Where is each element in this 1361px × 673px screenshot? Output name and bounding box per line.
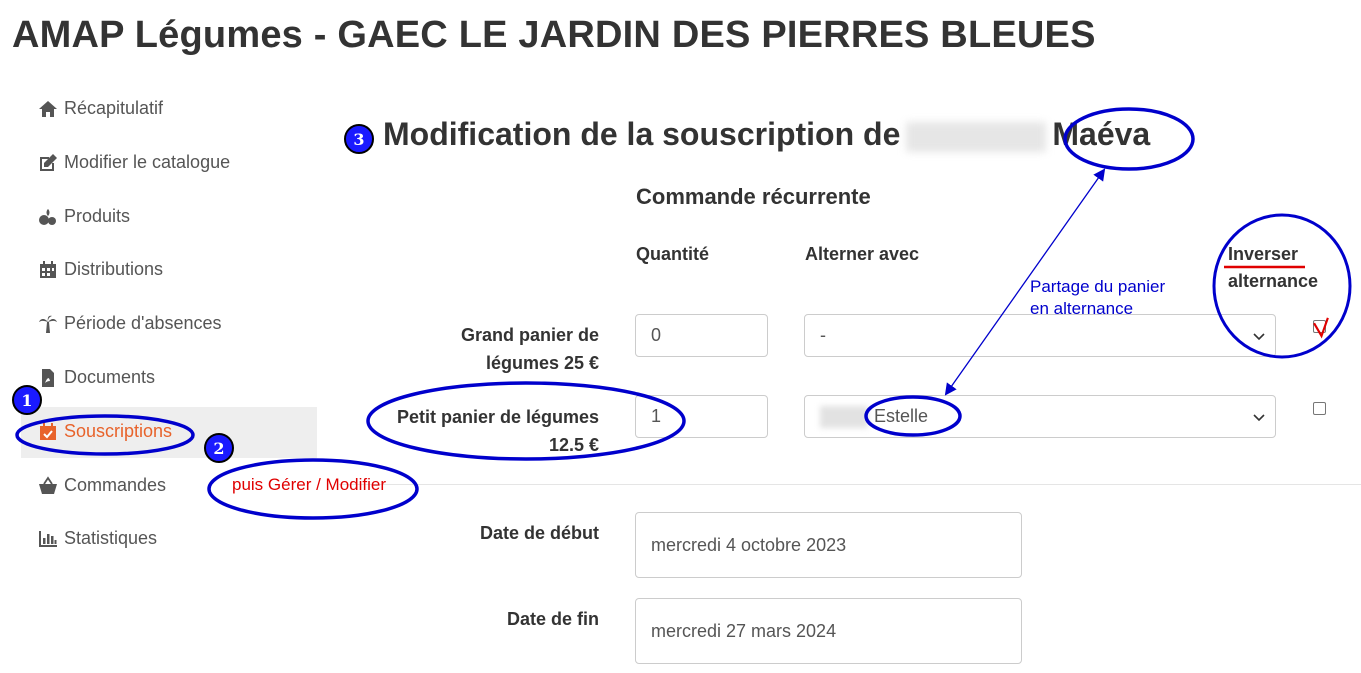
quantity-value: 0 <box>651 325 662 345</box>
calendar-icon <box>40 260 56 278</box>
end-date-label: Date de fin <box>506 609 599 629</box>
quantity-value: 1 <box>651 406 662 426</box>
step-badge-1: 1 <box>12 385 42 415</box>
page-title: Modification de la souscription de Maéva <box>383 116 1150 153</box>
sidebar-item-recapitulatif[interactable]: Récapitulatif <box>38 98 163 119</box>
sidebar-item-label: Modifier le catalogue <box>64 152 231 172</box>
sidebar-item-statistiques[interactable]: Statistiques <box>38 528 157 549</box>
sidebar-item-label: Commandes <box>64 475 167 495</box>
sidebar-item-label: Documents <box>64 367 156 387</box>
calendar-check-icon <box>40 422 56 440</box>
pdf-file-icon <box>42 368 54 387</box>
annotation-share-line1: Partage du panier <box>1030 277 1166 296</box>
sidebar-item-distributions[interactable]: Distributions <box>38 259 163 280</box>
alternate-select-petit-panier[interactable]: Estelle <box>804 395 1276 438</box>
end-date-value: mercredi 27 mars 2024 <box>651 620 837 641</box>
row-label-petit-panier: Petit panier de légumes 12.5 € <box>397 403 599 459</box>
sidebar-item-label: Période d'absences <box>64 313 222 333</box>
invert-checkbox-petit-panier[interactable] <box>1313 402 1326 415</box>
sidebar-item-label: Statistiques <box>64 528 158 548</box>
chevron-down-icon <box>1253 332 1265 340</box>
section-title: Commande récurrente <box>636 184 871 209</box>
divider <box>339 484 1361 485</box>
row-label-line1: Grand panier de <box>460 325 599 345</box>
step-badge-2: 2 <box>204 433 234 463</box>
home-icon <box>39 100 57 117</box>
column-header-alternate: Alterner avec <box>805 244 920 264</box>
start-date-value: mercredi 4 octobre 2023 <box>651 534 847 555</box>
alternate-select-grand-panier[interactable]: - <box>804 314 1276 357</box>
alternate-value: Estelle <box>874 406 929 426</box>
row-label-line1: Petit panier de légumes <box>396 407 599 427</box>
end-date-input[interactable]: mercredi 27 mars 2024 <box>635 598 1022 664</box>
start-date-input[interactable]: mercredi 4 octobre 2023 <box>635 512 1022 578</box>
sidebar-item-periode-absences[interactable]: Période d'absences <box>38 313 222 334</box>
sidebar-item-label: Produits <box>64 206 131 226</box>
quantity-input-grand-panier[interactable]: 0 <box>635 314 768 357</box>
column-header-invert-line1: Inverser <box>1228 244 1299 264</box>
sidebar-item-souscriptions[interactable]: Souscriptions <box>38 421 172 442</box>
chevron-down-icon <box>1253 413 1265 421</box>
sidebar-item-label: Récapitulatif <box>64 98 164 118</box>
basket-icon <box>39 475 57 494</box>
column-header-invert-line2: alternance <box>1228 271 1319 291</box>
checkmark-icon <box>1313 317 1329 339</box>
sidebar-item-label: Souscriptions <box>64 421 173 441</box>
alternate-value: - <box>820 325 826 345</box>
step-badge-3: 3 <box>344 124 374 154</box>
annotation-share-line2: en alternance <box>1030 299 1134 318</box>
row-label-grand-panier: Grand panier de légumes 25 € <box>461 321 599 377</box>
annotation-step2-text: puis Gérer / Modifier <box>232 475 386 494</box>
sidebar-item-produits[interactable]: Produits <box>38 206 130 227</box>
sidebar-item-commandes[interactable]: Commandes <box>38 475 166 496</box>
blurred-surname <box>906 121 1047 152</box>
sidebar-item-modifier-catalogue[interactable]: Modifier le catalogue <box>38 152 230 173</box>
products-icon <box>39 208 56 225</box>
quantity-input-petit-panier[interactable]: 1 <box>635 395 768 438</box>
sidebar-item-documents[interactable]: Documents <box>38 367 155 388</box>
sidebar-item-label: Distributions <box>64 259 164 279</box>
invert-checkbox-grand-panier[interactable] <box>1313 317 1329 339</box>
row-label-line2: légumes 25 € <box>485 353 599 373</box>
edit-icon <box>40 153 57 171</box>
page-title-prefix: Modification de la souscription de <box>383 116 901 152</box>
column-header-quantity: Quantité <box>636 244 710 264</box>
bar-chart-icon <box>39 530 57 547</box>
palm-tree-icon <box>39 315 57 333</box>
page-title-name: Maéva <box>1052 116 1151 152</box>
blurred-surname <box>820 405 868 428</box>
row-label-line2: 12.5 € <box>548 435 599 455</box>
start-date-label: Date de début <box>479 523 599 543</box>
app-title: AMAP Légumes - GAEC LE JARDIN DES PIERRE… <box>12 14 1096 56</box>
